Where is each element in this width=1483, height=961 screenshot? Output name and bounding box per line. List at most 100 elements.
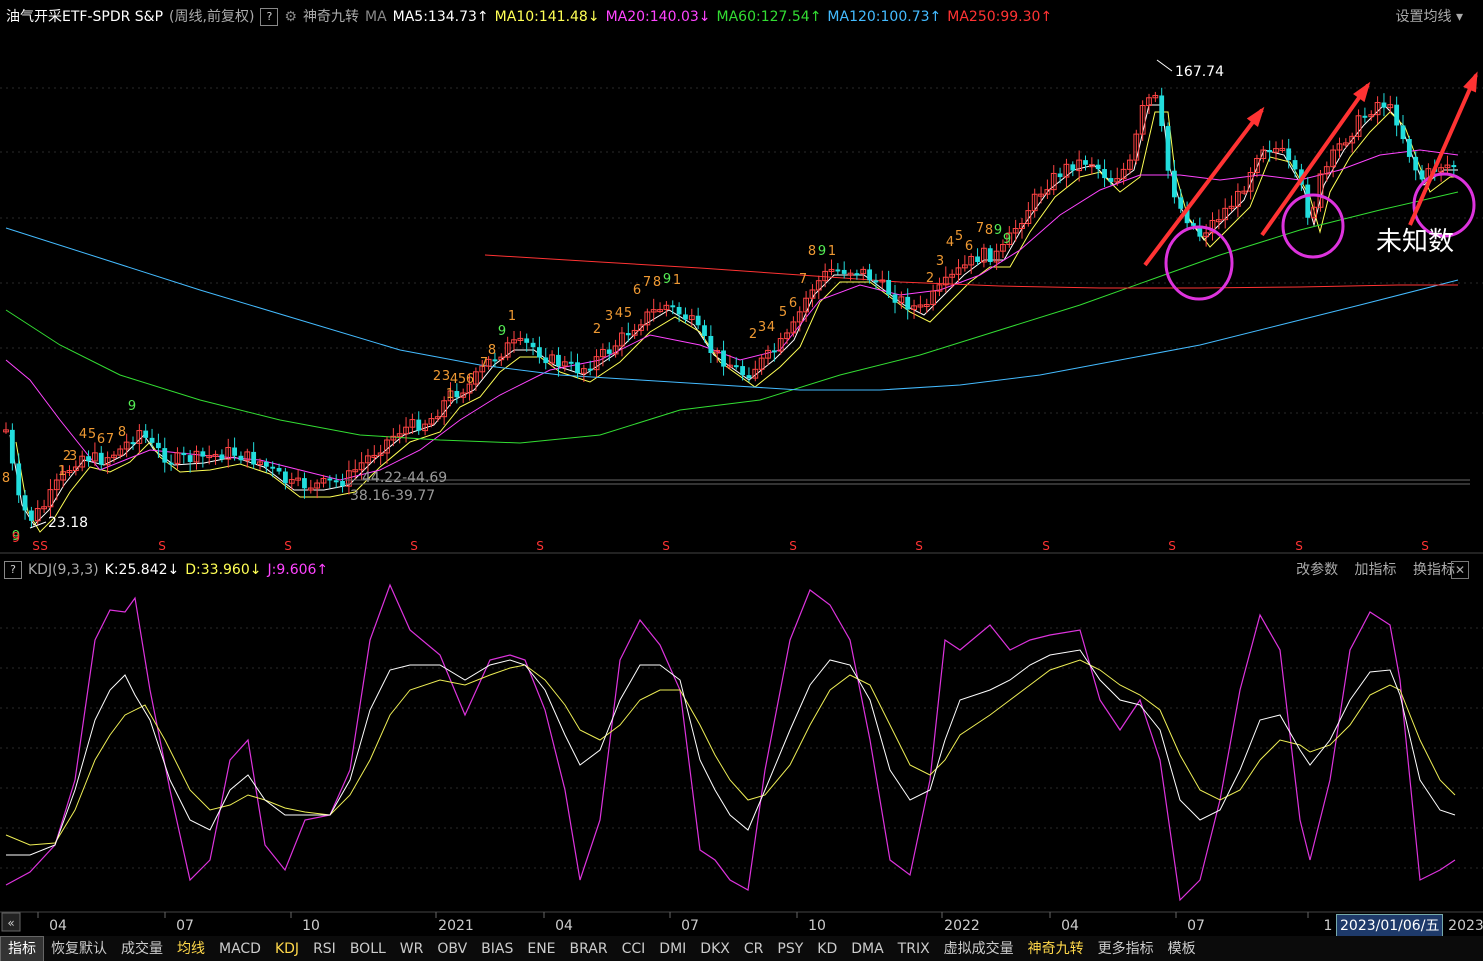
tab-17[interactable]: PSY bbox=[770, 937, 810, 961]
x-axis-label: 10 bbox=[302, 918, 320, 934]
s-markers: SSSSSSSSSSSSS bbox=[32, 539, 1429, 553]
tab-11[interactable]: ENE bbox=[520, 937, 562, 961]
candle-body bbox=[492, 359, 498, 362]
nine-turn-label: 5 bbox=[779, 305, 787, 320]
s-marker: S bbox=[410, 539, 418, 553]
candle-body bbox=[867, 269, 872, 281]
change-params-button[interactable]: 改参数 bbox=[1296, 562, 1338, 578]
tab-19[interactable]: DMA bbox=[844, 937, 890, 961]
x-axis-label: 1 bbox=[1324, 918, 1333, 934]
nine-turn-label: 4 bbox=[946, 235, 954, 250]
nine-turn-label: 2 bbox=[749, 327, 757, 342]
tab-4[interactable]: MACD bbox=[212, 937, 268, 961]
tab-5[interactable]: KDJ bbox=[268, 937, 306, 961]
candle-body bbox=[1178, 197, 1184, 209]
s-marker: S bbox=[789, 539, 797, 553]
close-icon[interactable]: ✕ bbox=[1451, 561, 1469, 579]
candle-body bbox=[1102, 169, 1107, 179]
tab-15[interactable]: DKX bbox=[693, 937, 737, 961]
candle-body bbox=[1292, 160, 1298, 170]
tab-23[interactable]: 更多指标 bbox=[1091, 937, 1161, 961]
nine-turn-labels: 891234 5 6 7 8912 3 4 5 6789123 4 567 8 9 12 3 45678 9 12… bbox=[2, 221, 1011, 546]
tab-8[interactable]: WR bbox=[393, 937, 431, 961]
candle-body bbox=[695, 315, 701, 326]
candle-body bbox=[975, 256, 980, 263]
candle-body bbox=[530, 342, 536, 348]
nine-turn-label: 7 bbox=[106, 432, 114, 447]
kdj-tools: 改参数 加指标 换指标 bbox=[1284, 558, 1455, 582]
kdj-help-button[interactable]: ? bbox=[4, 561, 22, 579]
candle-body bbox=[676, 306, 682, 315]
candle-body bbox=[587, 368, 593, 371]
candle-body bbox=[168, 462, 174, 465]
kdj-name: KDJ(9,3,3) bbox=[28, 562, 99, 578]
kdj-lines bbox=[5, 583, 1456, 902]
nine-turn-label: 6 bbox=[466, 372, 474, 387]
add-indicator-button[interactable]: 加指标 bbox=[1355, 562, 1397, 578]
tab-1[interactable]: 恢复默认 bbox=[44, 937, 114, 961]
candle-body bbox=[708, 335, 714, 353]
nine-turn-label: 5 bbox=[955, 229, 963, 244]
candle-body bbox=[232, 447, 237, 456]
tab-16[interactable]: CR bbox=[737, 937, 771, 961]
candle-body bbox=[721, 350, 726, 367]
s-marker: S bbox=[1421, 539, 1429, 553]
candle-body bbox=[1362, 115, 1368, 118]
switch-indicator-button[interactable]: 换指标 bbox=[1413, 562, 1455, 578]
candle-body bbox=[1159, 95, 1165, 127]
x-axis-label: 2022 bbox=[944, 918, 980, 934]
tab-18[interactable]: KD bbox=[810, 937, 844, 961]
ma5-line bbox=[9, 104, 1458, 526]
tab-20[interactable]: TRIX bbox=[891, 937, 937, 961]
nine-turn-label: 7 bbox=[643, 275, 651, 290]
tab-24[interactable]: 模板 bbox=[1161, 937, 1203, 961]
x-axis-label: 07 bbox=[681, 918, 699, 934]
candle-body bbox=[1413, 156, 1419, 171]
x-axis-label-year: 2023 bbox=[1448, 918, 1483, 934]
kdj-j: J:9.606↑ bbox=[267, 562, 329, 578]
tab-21[interactable]: 虚拟成交量 bbox=[937, 937, 1021, 961]
tab-22[interactable]: 神奇九转 bbox=[1021, 937, 1091, 961]
candle-body bbox=[9, 429, 15, 464]
candle-body bbox=[86, 456, 91, 461]
candle-body bbox=[854, 273, 860, 276]
tab-14[interactable]: DMI bbox=[652, 937, 693, 961]
candle-body bbox=[746, 375, 752, 379]
candlesticks bbox=[3, 87, 1457, 528]
tab-6[interactable]: RSI bbox=[306, 937, 343, 961]
tab-2[interactable]: 成交量 bbox=[114, 937, 170, 961]
candle-body bbox=[1394, 104, 1400, 126]
candle-body bbox=[702, 325, 707, 336]
tab-0[interactable]: 指标 bbox=[0, 936, 44, 961]
nine-turn-label: 9 bbox=[663, 272, 671, 287]
candle-body bbox=[162, 448, 168, 463]
nine-turn-label: 5 bbox=[88, 427, 96, 442]
tab-12[interactable]: BRAR bbox=[563, 937, 615, 961]
candle-body bbox=[1451, 165, 1457, 168]
nine-turn-label: 2 bbox=[926, 271, 934, 286]
nine-turn-label: 6 bbox=[633, 283, 641, 298]
price-chart[interactable]: 891234 5 6 7 8912 3 4 5 6789123 4 567 8 9 12 3 45678 9 12… bbox=[0, 0, 1483, 936]
kdj-header: ? KDJ(9,3,3) K:25.842↓ D:33.960↓ J:9.606↑ bbox=[0, 558, 1483, 582]
candle-body bbox=[841, 269, 847, 274]
ma10-line bbox=[15, 111, 1458, 533]
nine-turn-label: 4 bbox=[79, 427, 87, 442]
candle-body bbox=[219, 454, 225, 460]
tab-13[interactable]: CCI bbox=[615, 937, 653, 961]
x-axis-label: 07 bbox=[1187, 918, 1205, 934]
nine-turn-label: 8 bbox=[653, 275, 661, 290]
candle-body bbox=[537, 347, 542, 358]
tab-9[interactable]: OBV bbox=[430, 937, 474, 961]
nine-turn-label: 9 bbox=[128, 399, 136, 414]
x-axis-label: 10 bbox=[808, 918, 826, 934]
nine-turn-label: 7 bbox=[976, 221, 984, 236]
candle-body bbox=[1083, 160, 1088, 165]
s-marker: S bbox=[158, 539, 166, 553]
tab-7[interactable]: BOLL bbox=[343, 937, 393, 961]
tab-10[interactable]: BIAS bbox=[474, 937, 520, 961]
s-marker: S bbox=[662, 539, 670, 553]
tab-3[interactable]: 均线 bbox=[170, 937, 212, 961]
candle-body bbox=[606, 349, 612, 354]
s-marker: S bbox=[1042, 539, 1050, 553]
nine-turn-label: 1 bbox=[508, 309, 516, 324]
